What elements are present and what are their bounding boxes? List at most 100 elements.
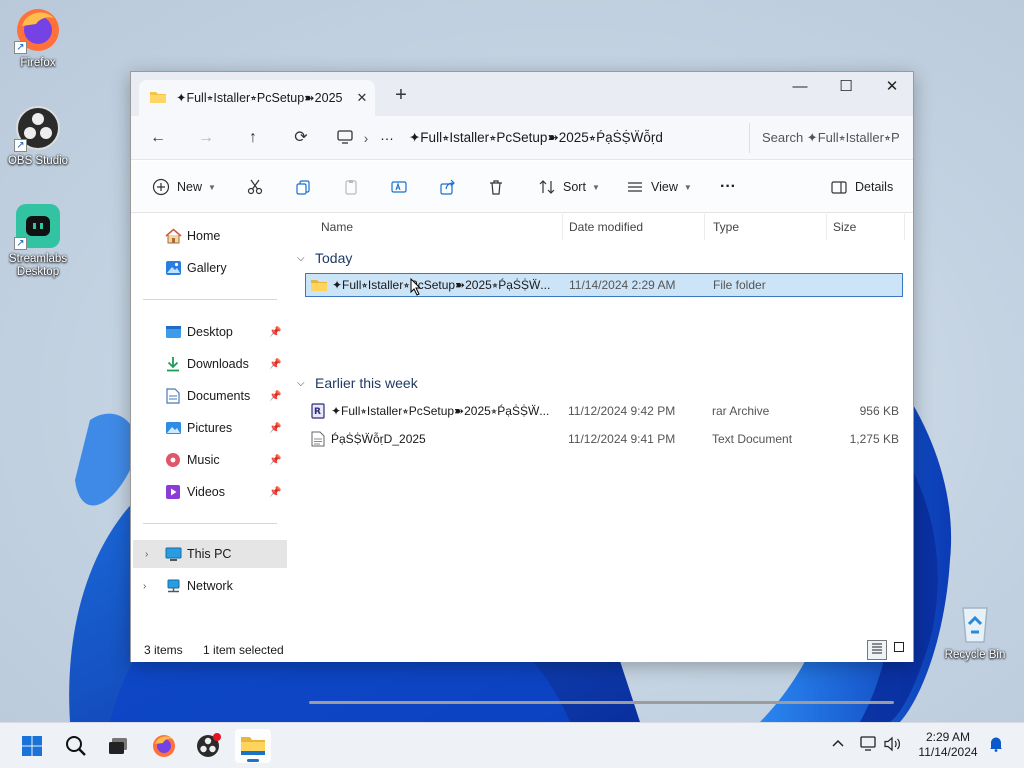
copy-button[interactable]	[293, 174, 313, 200]
file-size: 956 KB	[859, 404, 899, 418]
volume-button[interactable]	[884, 736, 902, 755]
sidebar-item-videos[interactable]: Videos 📌	[131, 478, 291, 506]
search-icon	[66, 736, 86, 756]
breadcrumb[interactable]: › ··· ✦Full⭒Istaller⭒PcSetup➽2025⭒ṔạṠṨẄỗ…	[335, 123, 735, 153]
file-row[interactable]: ṔạṠṨẄỗṛD_2025 11/12/2024 9:41 PM Text Do…	[305, 428, 903, 452]
text-document-icon	[309, 430, 327, 448]
active-indicator	[247, 759, 259, 762]
desktop-icon-label: Streamlabs Desktop	[8, 253, 68, 278]
bell-icon	[990, 737, 1002, 752]
new-label: New	[177, 180, 203, 194]
sidebar-divider	[143, 299, 277, 300]
address-bar: ← → ↑ ⟳ › ··· ✦Full⭒Istaller⭒PcSetup➽202…	[131, 116, 913, 160]
delete-button[interactable]	[486, 174, 506, 200]
paste-button[interactable]	[341, 174, 361, 200]
horizontal-scrollbar[interactable]	[309, 701, 894, 704]
taskbar-file-explorer[interactable]	[235, 729, 271, 763]
refresh-button[interactable]: ⟳	[288, 126, 314, 150]
group-header-today[interactable]: ⌵ Today	[297, 246, 352, 270]
maximize-button[interactable]: ☐	[823, 72, 869, 104]
column-header-date-modified[interactable]: Date modified	[561, 214, 705, 240]
clock-time: 2:29 AM	[925, 730, 971, 744]
show-hidden-icons-button[interactable]	[832, 735, 844, 751]
group-header-earlier-this-week[interactable]: ⌵ Earlier this week	[297, 371, 418, 395]
status-bar: 3 items 1 item selected	[131, 638, 913, 662]
desktop-icon-recycle-bin[interactable]: Recycle Bin	[937, 598, 1013, 662]
close-window-button[interactable]: ✕	[869, 72, 915, 104]
rename-icon	[389, 177, 409, 197]
file-row[interactable]: R ✦Full⭒Istaller⭒PcSetup➽2025⭒ṔạṠṨẄ... 1…	[305, 400, 903, 424]
tiles-view-button[interactable]	[889, 640, 909, 660]
taskbar-firefox[interactable]	[146, 729, 182, 763]
network-status-button[interactable]	[860, 736, 878, 755]
column-header-size[interactable]: Size	[825, 214, 905, 240]
network-icon	[164, 577, 182, 595]
new-tab-button[interactable]: +	[389, 84, 413, 108]
chevron-down-icon: ⌵	[297, 252, 305, 264]
rename-button[interactable]	[389, 174, 409, 200]
sidebar-item-desktop[interactable]: Desktop 📌	[131, 318, 291, 346]
taskbar-clock[interactable]: 2:29 AM 11/14/2024	[910, 730, 986, 760]
new-button[interactable]: New ▼	[151, 174, 216, 200]
desktop-icon-label: Recycle Bin	[944, 649, 1006, 661]
cut-button[interactable]	[245, 174, 265, 200]
clock-date: 11/14/2024	[918, 745, 978, 759]
column-header-name[interactable]: Name	[313, 214, 563, 240]
more-options-button[interactable]: ···	[720, 174, 736, 200]
sidebar-item-this-pc[interactable]: › This PC	[133, 540, 287, 568]
chevron-right-icon[interactable]: ›	[145, 549, 148, 560]
sidebar-item-downloads[interactable]: Downloads 📌	[131, 350, 291, 378]
start-button[interactable]	[14, 729, 50, 763]
music-icon	[164, 451, 182, 469]
close-tab-button[interactable]: ✕	[349, 90, 375, 106]
desktop-icon-obs-studio[interactable]: ↗ OBS Studio	[0, 104, 76, 168]
file-date: 11/12/2024 9:42 PM	[568, 404, 676, 418]
file-explorer-window: ✦Full⭒Istaller⭒PcSetup➽2025 ✕ + — ☐ ✕ ← …	[130, 71, 915, 704]
sidebar-item-home[interactable]: Home	[131, 222, 291, 250]
notifications-button[interactable]	[989, 736, 1003, 755]
gallery-icon	[164, 259, 182, 277]
windows-logo-icon	[22, 736, 42, 756]
sidebar-item-gallery[interactable]: Gallery	[131, 254, 291, 282]
tab-current-folder[interactable]: ✦Full⭒Istaller⭒PcSetup➽2025 ✕	[139, 80, 375, 116]
sidebar-item-documents[interactable]: Documents 📌	[131, 382, 291, 410]
obs-studio-icon	[197, 733, 221, 757]
sidebar-item-network[interactable]: › Network	[131, 572, 291, 600]
file-type: Text Document	[712, 432, 793, 446]
details-view-button[interactable]	[867, 640, 887, 660]
videos-icon	[164, 483, 182, 501]
forward-button[interactable]: →	[193, 126, 219, 150]
file-list-pane: Name Date modified Type Size ⌵ Today ✦Fu…	[291, 214, 913, 704]
minimize-button[interactable]: —	[777, 72, 823, 104]
desktop-icon-streamlabs[interactable]: ↗ Streamlabs Desktop	[0, 202, 76, 279]
sidebar-item-music[interactable]: Music 📌	[131, 446, 291, 474]
monitor-icon	[335, 129, 355, 147]
sort-label: Sort	[563, 180, 586, 194]
desktop-icon-firefox[interactable]: ↗ Firefox	[0, 6, 76, 70]
file-date: 11/14/2024 2:29 AM	[569, 278, 676, 292]
chevron-right-icon[interactable]: ›	[143, 581, 146, 592]
sort-icon	[537, 177, 557, 197]
share-icon	[438, 177, 458, 197]
file-name: ✦Full⭒Istaller⭒PcSetup➽2025⭒ṔạṠṨẄ...	[331, 404, 550, 418]
breadcrumb-overflow[interactable]: ···	[377, 131, 397, 146]
up-button[interactable]: ↑	[240, 126, 266, 150]
column-header-type[interactable]: Type	[705, 214, 827, 240]
search-button[interactable]	[58, 729, 94, 763]
taskbar: 2:29 AM 11/14/2024	[0, 722, 1024, 768]
search-input[interactable]: Search ✦Full⭒Istaller⭒P	[749, 123, 919, 153]
task-view-button[interactable]	[100, 729, 136, 763]
sidebar-item-pictures[interactable]: Pictures 📌	[131, 414, 291, 442]
breadcrumb-current[interactable]: ✦Full⭒Istaller⭒PcSetup➽2025⭒ṔạṠṨẄỗṛd	[409, 130, 663, 146]
sidebar-item-label: Documents	[187, 389, 251, 403]
share-button[interactable]	[438, 174, 458, 200]
obs-studio-icon: ↗	[14, 104, 62, 152]
details-pane-button[interactable]: Details	[829, 174, 893, 200]
back-button[interactable]: ←	[145, 126, 171, 150]
taskbar-obs-studio[interactable]	[190, 729, 226, 763]
file-row[interactable]: ✦Full⭒Istaller⭒PcSetup➽2025⭒ṔạṠṨẄ... 11/…	[305, 273, 903, 297]
pin-icon: 📌	[269, 422, 282, 434]
pin-icon: 📌	[269, 358, 282, 370]
sort-button[interactable]: Sort ▼	[537, 174, 600, 200]
view-button[interactable]: View ▼	[625, 174, 692, 200]
